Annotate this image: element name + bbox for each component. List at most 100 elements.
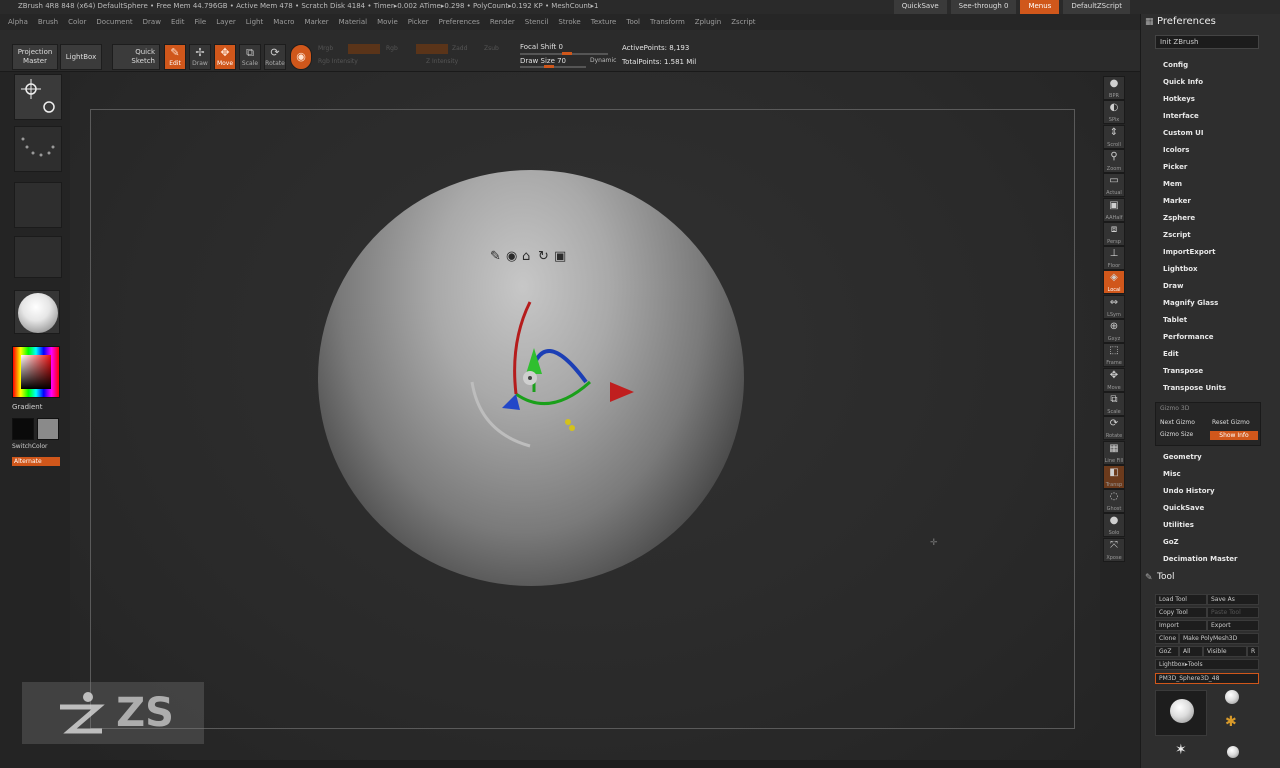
shelf-local-button[interactable]: ◈ Local [1103, 270, 1125, 295]
quicksave-button[interactable]: QuickSave [893, 0, 947, 14]
draw-size-handle[interactable] [544, 65, 554, 68]
sphere3d-thumbnail-icon[interactable] [1225, 690, 1239, 704]
menu-item-render[interactable]: Render [490, 18, 515, 26]
shelf-gxyz-button[interactable]: ⊕ Gxyz [1103, 319, 1125, 343]
shelf-ghost-button[interactable]: ◌ Ghost [1103, 489, 1125, 514]
next-gizmo-button[interactable]: Next Gizmo [1160, 419, 1195, 426]
brush-selector[interactable] [14, 74, 62, 120]
pref-item-draw[interactable]: Draw [1163, 282, 1183, 290]
goz-all-button[interactable]: All [1179, 646, 1203, 657]
make-polymesh-button[interactable]: Make PolyMesh3D [1179, 633, 1259, 644]
lightbox-button[interactable]: LightBox [60, 44, 102, 70]
polymesh-star-icon[interactable]: ✶ [1175, 742, 1187, 758]
quick-sketch-button[interactable]: Quick Sketch [112, 44, 160, 70]
alternate-toggle[interactable]: Alternate [12, 457, 60, 466]
shelf-persp-button[interactable]: ⧈ Persp [1103, 221, 1125, 246]
dynamic-toggle[interactable]: Dynamic [590, 57, 616, 64]
menu-item-zplugin[interactable]: Zplugin [695, 18, 721, 26]
shelf-lsym-button[interactable]: ⇔ LSym [1103, 294, 1125, 319]
goz-r-button[interactable]: R [1247, 646, 1259, 657]
export-button[interactable]: Export [1207, 620, 1259, 631]
gizmo-y-arrow-icon[interactable] [526, 348, 542, 374]
pref-item-magnify-glass[interactable]: Magnify Glass [1163, 299, 1218, 307]
shelf-scroll-button[interactable]: ⇕ Scroll [1103, 124, 1125, 149]
pref-item-marker[interactable]: Marker [1163, 197, 1191, 205]
shelf-actual-button[interactable]: ▭ Actual [1103, 173, 1125, 198]
lightbox-tools-button[interactable]: Lightbox▸Tools [1155, 659, 1259, 670]
scale-mode-button[interactable]: ⧉ Scale [239, 44, 261, 70]
menu-item-alpha[interactable]: Alpha [8, 18, 28, 26]
menu-item-stencil[interactable]: Stencil [525, 18, 549, 26]
shelf-bpr-button[interactable]: ● BPR [1103, 76, 1125, 100]
tool-palette-title[interactable]: Tool [1157, 572, 1174, 582]
menus-toggle[interactable]: Menus [1020, 0, 1060, 14]
pref-item-icolors[interactable]: Icolors [1163, 146, 1189, 154]
gizmo-toggle-button[interactable]: ◉ [290, 44, 312, 70]
pref-item-tablet[interactable]: Tablet [1163, 316, 1187, 324]
gizmo-toolbar-icons[interactable]: ✎ ◉ ⌂ ↻ ▣ [490, 249, 566, 264]
material-selector[interactable] [14, 290, 60, 334]
pref-item-mem[interactable]: Mem [1163, 180, 1182, 188]
lock-icon[interactable]: ▣ [554, 249, 566, 264]
gizmo-rotate-y-ring[interactable] [515, 380, 592, 406]
pref-item-importexport[interactable]: ImportExport [1163, 248, 1215, 256]
menu-item-marker[interactable]: Marker [304, 18, 328, 26]
pref-item-hotkeys[interactable]: Hotkeys [1163, 95, 1195, 103]
menu-item-transform[interactable]: Transform [650, 18, 685, 26]
menu-item-layer[interactable]: Layer [216, 18, 236, 26]
gizmo-screen-ring[interactable] [470, 381, 531, 448]
paste-tool-button[interactable]: Paste Tool [1207, 607, 1259, 618]
menu-item-edit[interactable]: Edit [171, 18, 185, 26]
menu-item-preferences[interactable]: Preferences [439, 18, 480, 26]
preferences-title[interactable]: Preferences [1157, 16, 1216, 27]
pref-item-misc[interactable]: Misc [1163, 470, 1181, 478]
init-zbrush-button[interactable]: Init ZBrush [1155, 35, 1259, 49]
pref-item-custom-ui[interactable]: Custom UI [1163, 129, 1203, 137]
pref-item-transpose[interactable]: Transpose [1163, 367, 1203, 375]
pref-item-zsphere[interactable]: Zsphere [1163, 214, 1195, 222]
shelf-frame-button[interactable]: ⬚ Frame [1103, 343, 1125, 368]
current-tool-slider[interactable]: PM3D_Sphere3D_48 [1155, 673, 1259, 684]
goz-button[interactable]: GoZ [1155, 646, 1179, 657]
pref-item-interface[interactable]: Interface [1163, 112, 1199, 120]
shelf-move-button[interactable]: ✥ Move [1103, 367, 1125, 392]
menu-item-draw[interactable]: Draw [143, 18, 161, 26]
shelf-zoom-button[interactable]: ⚲ Zoom [1103, 148, 1125, 173]
gizmo-size-slider[interactable]: Gizmo Size [1160, 431, 1193, 438]
shelf-floor-button[interactable]: ⊥ Floor [1103, 246, 1125, 271]
menu-item-color[interactable]: Color [68, 18, 86, 26]
draw-mode-button[interactable]: ✢ Draw [189, 44, 211, 70]
menu-item-zscript[interactable]: Zscript [731, 18, 755, 26]
edit-mode-button[interactable]: ✎ Edit [164, 44, 186, 70]
import-button[interactable]: Import [1155, 620, 1207, 631]
shelf-solo-button[interactable]: ● Solo [1103, 513, 1125, 538]
save-as-button[interactable]: Save As [1207, 594, 1259, 605]
gizmo-x-arrow-icon[interactable] [610, 382, 634, 402]
reset-gizmo-button[interactable]: Reset Gizmo [1212, 419, 1250, 426]
focal-shift-handle[interactable] [562, 52, 572, 55]
menu-item-document[interactable]: Document [96, 18, 132, 26]
gizmo-scale-handle[interactable] [565, 419, 571, 425]
menu-item-brush[interactable]: Brush [38, 18, 58, 26]
default-zscript-button[interactable]: DefaultZScript [1063, 0, 1130, 14]
shelf-rotate-button[interactable]: ⟳ Rotate [1103, 416, 1125, 441]
shelf-transp-button[interactable]: ◧ Transp [1103, 464, 1125, 489]
pref-item-zscript[interactable]: Zscript [1163, 231, 1191, 239]
menu-item-material[interactable]: Material [339, 18, 367, 26]
copy-tool-button[interactable]: Copy Tool [1155, 607, 1207, 618]
pref-item-decimation-master[interactable]: Decimation Master [1163, 555, 1238, 563]
color-picker[interactable] [12, 346, 60, 398]
rotate-mode-button[interactable]: ⟳ Rotate [264, 44, 286, 70]
switch-color-button[interactable]: SwitchColor [12, 443, 48, 450]
polysphere-thumbnail-icon[interactable] [1227, 746, 1239, 758]
home-icon[interactable]: ⌂ [522, 249, 530, 264]
pref-item-performance[interactable]: Performance [1163, 333, 1214, 341]
pref-item-geometry[interactable]: Geometry [1163, 453, 1202, 461]
clone-button[interactable]: Clone [1155, 633, 1179, 644]
shelf-aahalf-button[interactable]: ▣ AAHalf [1103, 197, 1125, 222]
secondary-color-swatch[interactable] [37, 418, 59, 440]
canvas-viewport[interactable]: ✎ ◉ ⌂ ↻ ▣ ✛ ZS [22, 72, 1100, 760]
menu-item-stroke[interactable]: Stroke [558, 18, 580, 26]
color-square[interactable] [21, 355, 51, 389]
pref-item-lightbox[interactable]: Lightbox [1163, 265, 1198, 273]
